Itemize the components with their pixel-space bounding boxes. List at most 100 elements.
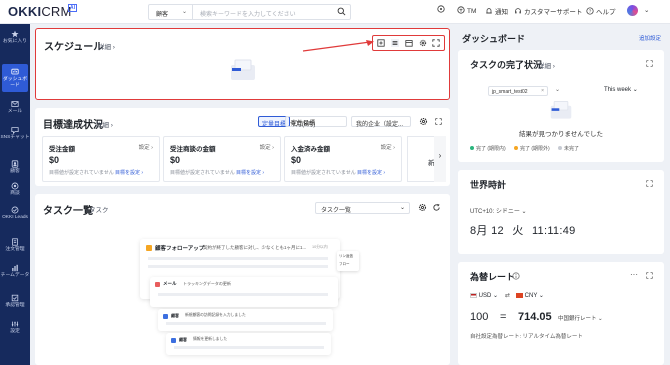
user-chip-label: jp_smart_test02 <box>492 89 528 95</box>
sidebar-item-approval[interactable]: 承認管理 <box>0 294 30 309</box>
sidebar-item-deal[interactable]: 商談 <box>0 182 30 197</box>
brand-tag: AI <box>68 4 78 12</box>
clock-time: 11:11:49 <box>531 225 576 237</box>
sidebar-item-label: チームデータ <box>0 273 30 278</box>
expand-icon[interactable] <box>646 272 653 279</box>
search-input[interactable]: 検索キーワードを入力してください <box>200 9 296 18</box>
gear-icon[interactable] <box>418 203 427 212</box>
sidebar-item-label: 商談 <box>10 191 20 196</box>
schedule-detail-link[interactable]: 詳細 › <box>98 41 115 51</box>
expand-icon[interactable] <box>432 39 440 47</box>
fx-amount[interactable]: 100 <box>470 311 488 323</box>
brand-suffix: CRM <box>41 4 72 19</box>
tm-button[interactable]: TM <box>457 6 476 15</box>
notification-button[interactable]: 通知 <box>485 6 508 16</box>
order-icon <box>12 238 18 246</box>
metric-card-partial: 新 <box>407 136 435 182</box>
schedule-title: スケジュール <box>44 42 104 53</box>
illus-header: 顧客フォローアップ <box>155 246 205 252</box>
sidebar-item-team-data[interactable]: チームデータ <box>0 264 30 279</box>
star-icon <box>11 30 19 38</box>
fx-source-select[interactable]: 中国銀行レート ⌄ <box>558 314 603 322</box>
us-flag-icon <box>470 292 477 298</box>
metric-card-paid-amount: 入金済み金額 設定 › $0 目標値が設定されていません 目標を設定 › <box>284 136 402 182</box>
metric-setting-link[interactable]: 設定 › <box>381 143 395 151</box>
sidebar-item-mail[interactable]: メール <box>0 100 30 115</box>
info-icon[interactable] <box>512 272 520 280</box>
chevron-down-icon: ⌄ <box>632 87 638 93</box>
range-select[interactable]: This week ⌄ <box>604 86 638 93</box>
brand-logo[interactable]: OKKICRM AI <box>8 4 78 19</box>
top-bar: OKKICRM AI 顧客 ⌄ 検索キーワードを入力してください TM 通知 カ… <box>0 0 670 24</box>
sidebar-item-customer[interactable]: 顧客 <box>0 160 30 175</box>
goal-detail-link[interactable]: 詳細 › <box>96 119 113 129</box>
task-status-detail-link[interactable]: 詳細 › <box>538 60 555 70</box>
chevron-down-icon: ⌄ <box>181 9 187 15</box>
company-select[interactable]: 我的企业（設定... <box>351 116 411 128</box>
list-view-icon[interactable] <box>391 39 399 47</box>
fx-equals: = <box>500 311 507 323</box>
sidebar-item-settings[interactable]: 設定 <box>0 320 30 335</box>
help-label: ヘルプ <box>596 9 616 16</box>
timezone-value: UTC+10: シドニー <box>470 209 520 215</box>
close-icon[interactable]: × <box>541 88 544 94</box>
search-scope-select[interactable]: 顧客 ⌄ <box>149 5 193 19</box>
more-icon[interactable]: ··· <box>630 270 638 279</box>
from-currency-select[interactable]: USD ⌄ <box>470 292 498 299</box>
sidebar: お気に入り ダッシュボード メール SNSチャット 顧客 商談 OKKI Lea… <box>0 24 30 365</box>
expand-icon[interactable] <box>646 180 653 187</box>
team-data-icon <box>12 264 18 272</box>
legend-completed-late: 完了 (期限外) <box>514 145 550 152</box>
expand-icon[interactable] <box>435 118 442 125</box>
sidebar-item-favorites[interactable]: お気に入り <box>0 30 30 45</box>
chevron-down-icon[interactable]: ⌄ <box>644 6 649 14</box>
clock-icon[interactable] <box>437 5 447 14</box>
timezone-select[interactable]: UTC+10: シドニー ⌄ <box>470 206 527 215</box>
carousel-next-button[interactable]: › <box>434 136 446 182</box>
illus-side-label2: フロー <box>339 262 350 266</box>
headset-icon <box>515 8 521 14</box>
add-settings-link[interactable]: 追加設定 <box>639 34 661 42</box>
gear-icon[interactable] <box>419 117 428 126</box>
sidebar-item-dashboard[interactable]: ダッシュボード <box>2 64 28 92</box>
sidebar-item-okki-leads[interactable]: OKKI Leads <box>0 206 30 221</box>
set-goal-link[interactable]: 目標を設定 › <box>115 169 143 176</box>
support-button[interactable]: カスタマーサポート <box>514 6 582 16</box>
sidebar-item-order[interactable]: 注文管理 <box>0 238 30 253</box>
dashboard-panel-title: ダッシュボード <box>462 34 526 44</box>
avatar[interactable] <box>627 5 638 16</box>
swap-icon[interactable]: ⇄ <box>505 292 510 299</box>
chevron-down-icon[interactable]: ⌄ <box>555 86 560 93</box>
task-view-select[interactable]: タスク一覧 ⌄ <box>315 202 410 214</box>
search-icon[interactable] <box>337 7 346 16</box>
goal-card: 目標達成状況 詳細 › 定量目標 定性目標 今月(8月) 我的企业（設定... … <box>35 108 450 186</box>
metric-note: 目標値が設定されていません <box>49 170 114 176</box>
calendar-icon[interactable] <box>405 39 413 47</box>
chevron-down-icon: ⌄ <box>493 293 499 299</box>
bell-icon <box>486 8 492 14</box>
support-label: カスタマーサポート <box>524 9 583 16</box>
add-event-icon[interactable] <box>377 39 385 47</box>
help-button[interactable]: ? ヘルプ <box>586 6 616 16</box>
sidebar-item-sns-chat[interactable]: SNSチャット <box>0 126 30 141</box>
chevron-down-icon: ⌄ <box>598 316 603 322</box>
fx-note: 自社設定為替レート: リアルタイム為替レート <box>470 334 583 340</box>
expand-icon[interactable] <box>646 60 653 67</box>
metric-note: 目標値が設定されていません <box>291 170 356 176</box>
set-goal-link[interactable]: 目標を設定 › <box>357 169 385 176</box>
chat-icon <box>11 127 19 134</box>
period-value: 今月(8月) <box>290 122 316 128</box>
user-filter-chip[interactable]: jp_smart_test02 × <box>488 86 548 96</box>
period-select[interactable]: 今月(8月) <box>285 116 347 128</box>
metric-setting-link[interactable]: 設定 › <box>139 143 153 151</box>
refresh-icon[interactable] <box>432 203 441 212</box>
sidebar-item-label: 承認管理 <box>5 303 25 308</box>
to-currency-select[interactable]: CNY ⌄ <box>516 292 544 299</box>
sidebar-item-label: 注文管理 <box>5 247 25 252</box>
global-search[interactable]: 顧客 ⌄ 検索キーワードを入力してください <box>148 4 351 20</box>
gear-icon[interactable] <box>419 39 427 47</box>
metric-setting-link[interactable]: 設定 › <box>260 143 274 151</box>
search-scope-label: 顧客 <box>156 12 169 18</box>
set-goal-link[interactable]: 目標を設定 › <box>236 169 264 176</box>
brand-name: OKKI <box>8 4 42 19</box>
